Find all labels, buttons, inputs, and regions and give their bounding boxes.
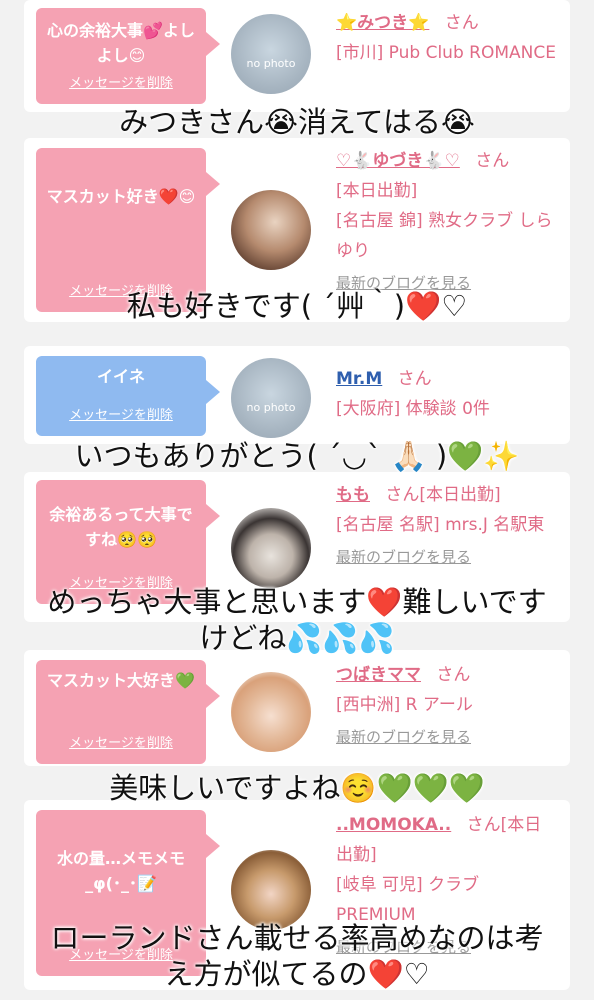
message-bubble: イイネ メッセージを削除 (36, 356, 220, 436)
white-heart-icon: ♡ (441, 289, 468, 323)
honorific: さん (397, 369, 432, 389)
message-text: イイネ (96, 367, 145, 386)
sender-name-link[interactable]: ⭐みつき⭐ (336, 13, 429, 33)
sender-name-link[interactable]: Mr.M (336, 369, 382, 389)
caption-3: いつもありがとう( ´◡` 🙏🏻 )💚✨ (0, 438, 594, 474)
avatar[interactable]: no photo (231, 358, 311, 438)
delete-message-link[interactable]: メッセージを削除 (36, 71, 206, 96)
shop-info: [名古屋 錦] 熟女クラブ しらゆり (336, 211, 553, 261)
message-card-3: イイネ メッセージを削除 no photo Mr.M さん [大阪府] 体験談 … (24, 346, 570, 444)
honorific: さん (436, 665, 471, 685)
honorific: さん (475, 151, 510, 171)
message-text: マスカット好き❤️😊 (46, 187, 196, 206)
caption-6: ローランドさん載せる率高めなのは考 え方が似てるの❤️♡ (0, 920, 594, 992)
shop-info: [市川] Pub Club ROMANCE (336, 43, 556, 63)
no-photo-label: no photo (246, 57, 296, 70)
latest-blog-link[interactable]: 最新のブログを見る (336, 542, 556, 572)
caption-text: 難しいです (402, 585, 547, 619)
sender-info: ⭐みつき⭐ さん [市川] Pub Club ROMANCE (336, 8, 556, 68)
message-text: 心の余裕大事💕よしよし😊 (47, 21, 195, 65)
caption-5: 美味しいですよね☺️💚💚💚 (0, 770, 594, 806)
sender-info: Mr.M さん [大阪府] 体験談 0件 (336, 364, 556, 424)
caption-text: めっちゃ大事と思います (47, 585, 367, 619)
caption-1: みつきさん😭消えてはる😭 (0, 104, 594, 140)
message-text: マスカット大好き💚 (47, 671, 195, 690)
caption-text: みつきさん😭消えてはる😭 (119, 105, 475, 139)
red-heart-icon: ❤️ (405, 289, 442, 323)
caption-text: え方が似てるの (164, 957, 368, 991)
message-bubble: 心の余裕大事💕よしよし😊 メッセージを削除 (36, 8, 220, 104)
avatar[interactable]: no photo (231, 14, 311, 94)
green-heart-sparkle-icon: 💚✨ (447, 439, 520, 473)
message-text: 水の量…メモメモ_φ(･_･📝 (56, 849, 185, 893)
caption-4: めっちゃ大事と思います❤️難しいです けどね💦💦💦 (0, 584, 594, 656)
caption-2: 私も好きです( ´艸｀)❤️♡ (0, 288, 594, 324)
caption-text: 私も好きです( ´艸｀) (126, 289, 406, 323)
sender-name-link[interactable]: ..MOMOKA.. (336, 815, 451, 835)
sender-info: つばきママ さん [西中洲] R アール 最新のブログを見る (336, 660, 556, 752)
message-bubble: マスカット大好き💚 メッセージを削除 (36, 660, 220, 764)
delete-message-link[interactable]: メッセージを削除 (36, 731, 206, 756)
honorific: さん (444, 13, 479, 33)
avatar[interactable] (231, 850, 311, 930)
sender-name-link[interactable]: もも (336, 485, 370, 505)
delete-message-link[interactable]: メッセージを削除 (36, 403, 206, 428)
caption-text: いつもありがとう( ´◡` 🙏🏻 ) (74, 439, 448, 473)
shop-info: [西中洲] R アール (336, 695, 473, 715)
red-heart-icon: ❤️ (366, 585, 403, 619)
caption-text: けどね💦💦💦 (199, 621, 395, 655)
shop-info: [大阪府] 体験談 0件 (336, 399, 490, 419)
sender-info: もも さん[本日出勤] [名古屋 名駅] mrs.J 名駅東 最新のブログを見る (336, 480, 556, 572)
message-card-5: マスカット大好き💚 メッセージを削除 つばきママ さん [西中洲] R アール … (24, 650, 570, 766)
red-heart-icon: ❤️ (367, 957, 404, 991)
no-photo-label: no photo (246, 401, 296, 414)
white-heart-icon: ♡ (403, 957, 430, 991)
avatar[interactable] (231, 672, 311, 752)
sender-name-link[interactable]: ♡🐇ゆづき🐇♡ (336, 151, 460, 171)
sender-info: ♡🐇ゆづき🐇♡ さん [本日出勤] [名古屋 錦] 熟女クラブ しらゆり 最新の… (336, 146, 556, 298)
caption-text: 美味しいですよね☺️ (109, 771, 377, 805)
latest-blog-link[interactable]: 最新のブログを見る (336, 722, 556, 752)
shop-info: [名古屋 名駅] mrs.J 名駅東 (336, 515, 545, 535)
honorific: さん[本日出勤] (385, 485, 501, 505)
status-text: [本日出勤] (336, 181, 418, 201)
green-heart-icon: 💚💚💚 (376, 771, 485, 805)
caption-text: ローランドさん載せる率高めなのは考 (50, 921, 544, 955)
avatar[interactable] (231, 190, 311, 270)
message-card-1: 心の余裕大事💕よしよし😊 メッセージを削除 no photo ⭐みつき⭐ さん … (24, 0, 570, 112)
avatar[interactable] (231, 508, 311, 588)
message-text: 余裕あるって大事ですね🥺🥺 (49, 505, 193, 549)
sender-name-link[interactable]: つばきママ (336, 665, 421, 685)
